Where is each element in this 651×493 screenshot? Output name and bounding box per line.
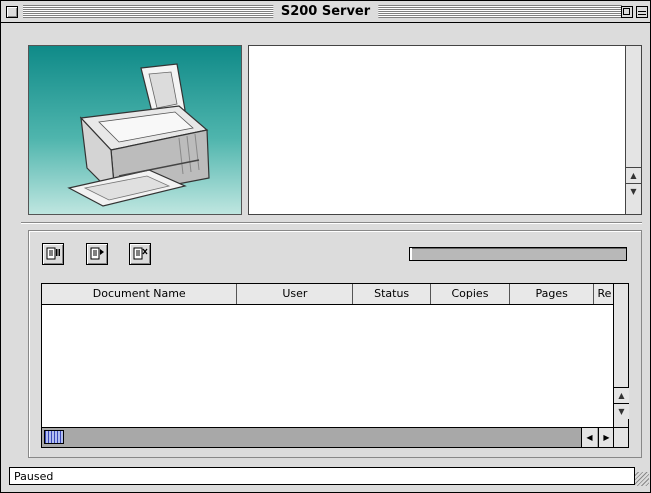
column-header-document-name[interactable]: Document Name xyxy=(42,284,238,304)
table-body[interactable] xyxy=(42,305,614,427)
printer-image-panel xyxy=(28,45,242,215)
zoom-box-icon[interactable] xyxy=(621,6,633,18)
title-bar[interactable]: S200 Server xyxy=(1,1,650,23)
resize-grip-icon[interactable] xyxy=(635,472,649,486)
table-vertical-scrollbar[interactable]: ▲ ▼ xyxy=(613,284,629,427)
scroll-up-arrow-icon[interactable]: ▲ xyxy=(626,167,641,183)
table-scroll-up-arrow-icon[interactable]: ▲ xyxy=(614,387,629,403)
status-bar: Paused xyxy=(9,467,635,485)
print-server-window: S200 Server ▲ ▼ Document Name User Statu… xyxy=(0,0,651,493)
table-scroll-down-arrow-icon[interactable]: ▼ xyxy=(614,403,629,419)
printer-info-area[interactable]: ▲ ▼ xyxy=(248,45,642,215)
column-header-copies[interactable]: Copies xyxy=(431,284,510,304)
delete-job-icon xyxy=(133,247,148,260)
close-box-icon[interactable] xyxy=(6,6,18,18)
resume-job-button[interactable] xyxy=(86,243,108,265)
table-horizontal-scrollbar[interactable]: ◀ ▶ xyxy=(42,427,614,447)
scroll-right-arrow-icon[interactable]: ▶ xyxy=(598,428,614,447)
collapse-box-icon[interactable] xyxy=(636,6,648,18)
horizontal-scroll-thumb[interactable] xyxy=(44,430,64,444)
progress-fill xyxy=(410,248,413,260)
info-vertical-scrollbar[interactable]: ▲ ▼ xyxy=(625,46,641,214)
scroll-left-arrow-icon[interactable]: ◀ xyxy=(581,428,597,447)
resume-job-icon xyxy=(90,247,104,260)
print-progress-bar xyxy=(409,247,627,261)
delete-job-button[interactable] xyxy=(129,243,151,265)
pause-job-button[interactable] xyxy=(42,243,64,265)
pause-job-icon xyxy=(46,247,60,260)
scroll-down-arrow-icon[interactable]: ▼ xyxy=(626,183,641,199)
column-header-pages[interactable]: Pages xyxy=(510,284,595,304)
job-queue-table[interactable]: Document Name User Status Copies Pages R… xyxy=(41,283,629,448)
section-divider xyxy=(21,222,642,224)
column-header-re[interactable]: Re xyxy=(594,284,614,304)
column-header-user[interactable]: User xyxy=(237,284,354,304)
window-title: S200 Server xyxy=(272,3,379,20)
table-header: Document Name User Status Copies Pages R… xyxy=(42,284,614,305)
printer-icon xyxy=(67,63,210,207)
scrollbar-corner xyxy=(613,427,628,447)
column-header-status[interactable]: Status xyxy=(353,284,432,304)
status-text: Paused xyxy=(14,470,54,483)
